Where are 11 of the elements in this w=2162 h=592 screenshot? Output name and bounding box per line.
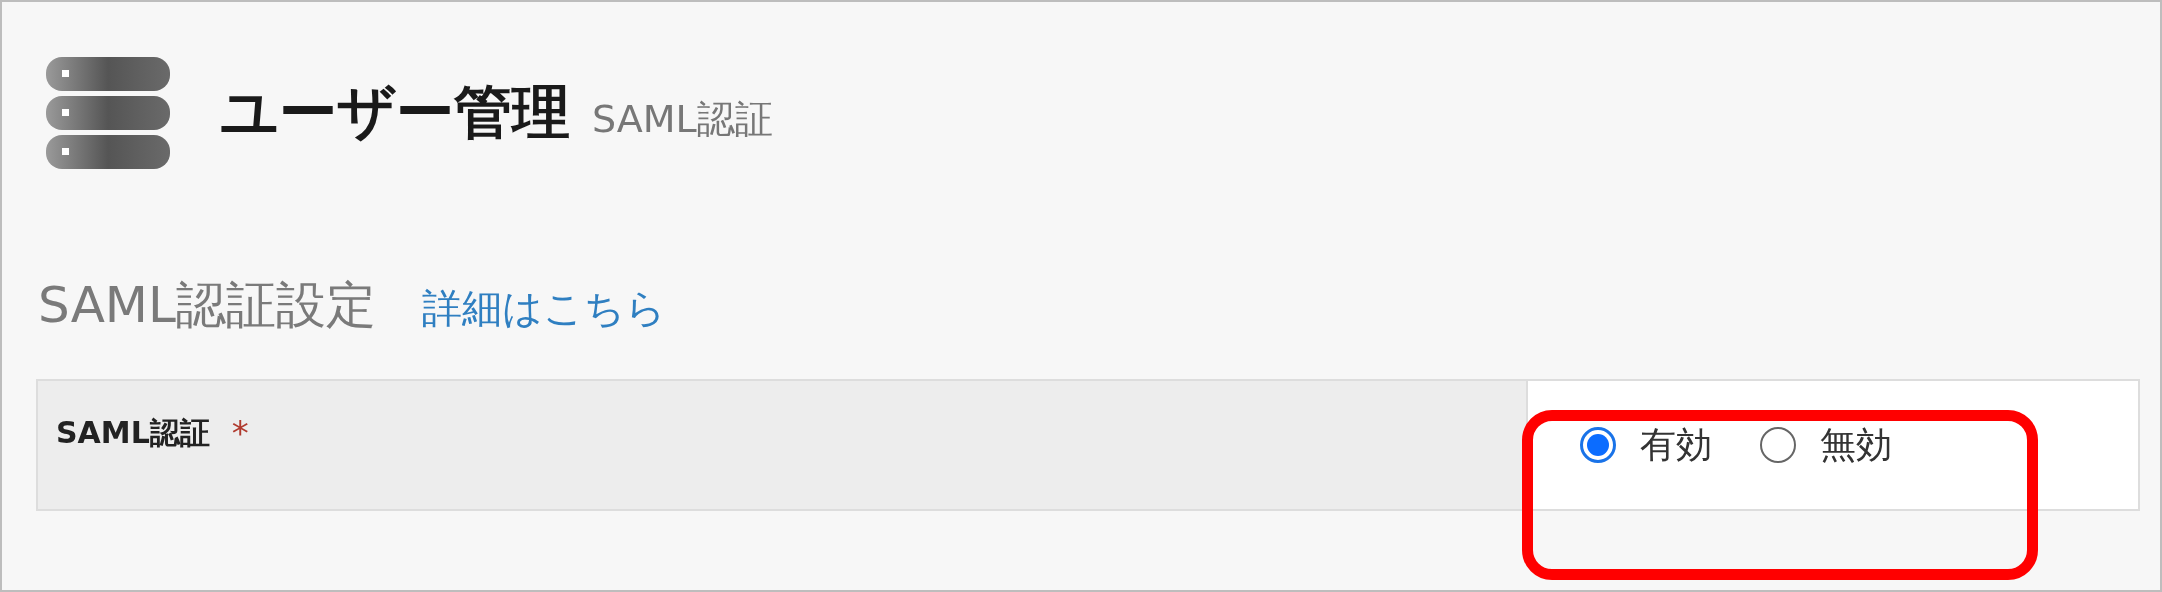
details-link[interactable]: 詳細はこちら — [421, 281, 666, 336]
radio-button[interactable] — [1580, 427, 1616, 463]
field-label: SAML認証 — [56, 414, 210, 452]
radio-option[interactable]: 有効 — [1580, 420, 1712, 470]
page-subtitle: SAML認証 — [592, 96, 773, 143]
page-title: ユーザー管理 — [220, 77, 570, 148]
radio-option[interactable]: 無効 — [1760, 420, 1892, 470]
stack-icon — [44, 55, 172, 171]
section-heading: SAML認証設定 — [38, 275, 376, 336]
radio-button[interactable] — [1760, 427, 1796, 463]
required-mark: * — [231, 413, 249, 453]
